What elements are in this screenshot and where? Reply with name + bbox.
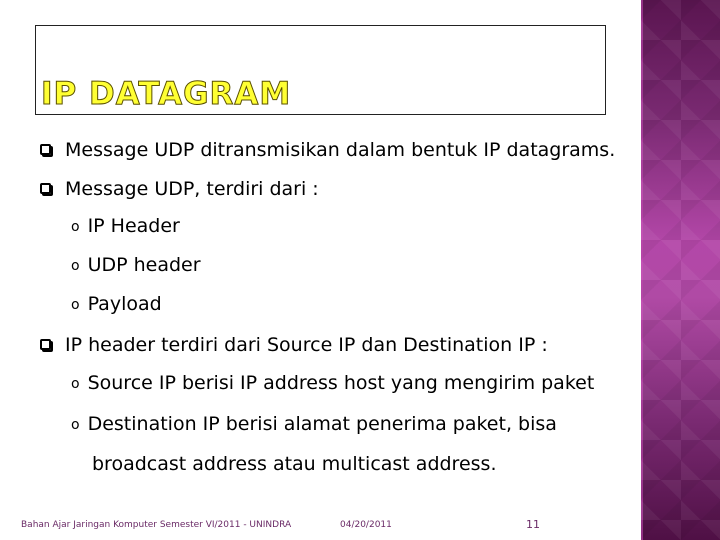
bullet-item: IP header terdiri dari Source IP dan Des… (40, 336, 548, 355)
bullet-text: Message UDP ditransmisikan dalam bentuk … (65, 139, 616, 161)
circle-bullet-icon: o (71, 376, 80, 392)
bullet-text: IP Header (87, 215, 180, 237)
bullet-text: broadcast address atau multicast address… (92, 453, 497, 475)
bullet-text: Destination IP berisi alamat penerima pa… (87, 413, 557, 435)
circle-bullet-icon: o (71, 219, 80, 235)
square-bullet-icon (40, 183, 51, 194)
square-bullet-icon (40, 144, 51, 155)
sub-bullet-item: o UDP header (71, 256, 201, 275)
sub-bullet-item: o Source IP berisi IP address host yang m… (71, 374, 594, 393)
title-placeholder: IP DATAGRAM (35, 25, 606, 115)
bullet-text: Source IP berisi IP address host yang me… (87, 372, 595, 394)
sub-bullet-item: o IP Header (71, 217, 180, 236)
square-bullet-icon (40, 339, 51, 350)
bullet-text: IP header terdiri dari Source IP dan Des… (65, 334, 548, 356)
footer-course: Bahan Ajar Jaringan Komputer Semester VI… (21, 520, 292, 530)
circle-bullet-icon: o (71, 258, 80, 274)
circle-bullet-icon: o (71, 417, 80, 433)
circle-bullet-icon: o (71, 297, 80, 313)
bullet-text: UDP header (87, 254, 201, 276)
sub-bullet-item: o Payload (71, 295, 162, 314)
bullet-text: Message UDP, terdiri dari : (65, 178, 319, 200)
continuation-line: broadcast address atau multicast address… (92, 455, 496, 474)
bullet-item: Message UDP ditransmisikan dalam bentuk … (40, 141, 615, 160)
sub-bullet-item: o Destination IP berisi alamat penerima p… (71, 415, 557, 434)
bullet-item: Message UDP, terdiri dari : (40, 180, 319, 199)
page-number: 11 (526, 518, 540, 531)
decorative-sidebar (641, 0, 720, 540)
slide-title: IP DATAGRAM (40, 76, 292, 112)
bullet-text: Payload (87, 293, 162, 315)
footer-date: 04/20/2011 (340, 520, 392, 530)
